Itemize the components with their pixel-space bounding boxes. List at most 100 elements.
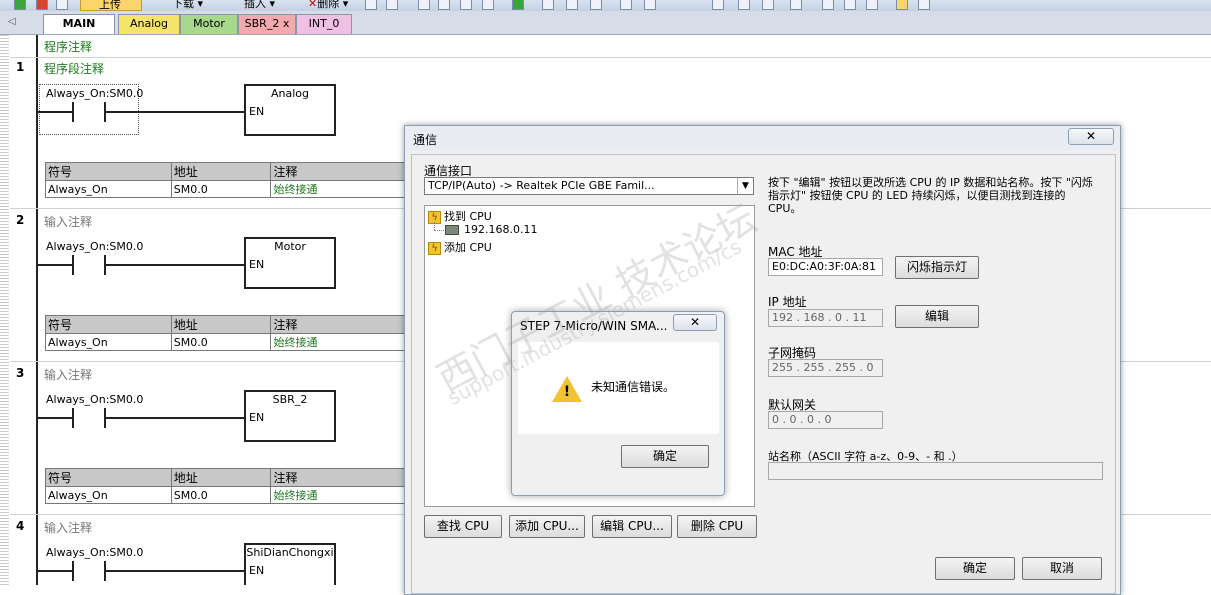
run-icon[interactable] [14,0,26,10]
symtable-header: 注释 [270,315,409,334]
toolbar-icon[interactable] [762,0,774,10]
network-comment[interactable]: 输入注释 [44,519,92,536]
cancel-button[interactable]: 取消 [1022,557,1102,580]
contact-label: Always_On:SM0.0 [46,87,144,100]
tab-label: SBR_2 [244,17,280,30]
toolbar-icon[interactable] [822,0,834,10]
editor-gutter [0,35,9,585]
delete-button[interactable]: ✕删除 ▾ [298,0,348,11]
close-icon[interactable]: ✕ [1068,128,1114,145]
symtable-cell: Always_On [45,333,172,351]
symtable-cell: 始终接通 [270,486,409,504]
error-message: 未知通信错误。 [591,380,676,394]
dialog-titlebar[interactable]: 通信 ✕ [405,126,1120,151]
tree-item-found-cpu[interactable]: ϟ 找到 CPU [428,208,492,224]
delete-cpu-button[interactable]: 删除 CPU [677,515,757,538]
tab-label: Motor [193,17,225,30]
block-name: ShiDianChongxi [246,546,334,559]
toolbar-icon[interactable] [790,0,802,10]
contact-symbol[interactable] [72,408,74,428]
toolbar-icon[interactable] [418,0,430,10]
chevron-down-icon[interactable]: ▼ [737,178,753,194]
edit-button[interactable]: 编辑 [895,305,979,328]
toolbar-icon[interactable] [590,0,602,10]
toolbar-icon[interactable] [566,0,578,10]
error-dialog-title[interactable]: STEP 7-Micro/WIN SMA... [520,319,668,333]
close-icon[interactable]: ✕ [673,314,717,331]
download-button[interactable]: 下载 ▾ [154,0,203,11]
tab-motor[interactable]: Motor [180,14,238,34]
toolbar-icon[interactable] [460,0,472,10]
delete-label: 删除 [317,0,340,10]
toolbar-icon[interactable] [844,0,856,10]
toolbar-icon[interactable] [644,0,656,10]
network-comment[interactable]: 输入注释 [44,213,92,230]
gateway-field[interactable]: 0 . 0 . 0 . 0 [768,411,883,429]
tab-sbr-2[interactable]: SBR_2 x [238,14,296,34]
lightning-icon: ϟ [428,241,441,255]
block-name: Motor [274,240,306,253]
blink-led-button[interactable]: 闪烁指示灯 [895,256,979,279]
symtable-header: 符号 [45,162,172,181]
download-label: 下载 [172,0,194,10]
toolbar-icon[interactable] [896,0,908,10]
toolbar-icon[interactable] [512,0,524,10]
toolbar-icon[interactable] [365,0,377,10]
subnet-field[interactable]: 255 . 255 . 255 . 0 [768,359,883,377]
compile-icon[interactable] [56,0,68,10]
symtable-header: 地址 [170,162,272,181]
network-comment[interactable]: 程序段注释 [44,60,104,77]
toolbar-icon[interactable] [738,0,750,10]
edit-cpu-button[interactable]: 编辑 CPU... [592,515,672,538]
toolbar-icon[interactable] [438,0,450,10]
tab-main[interactable]: MAIN [43,14,115,34]
symtable-cell: Always_On [45,486,172,504]
toolbar-icon[interactable] [918,0,930,10]
toolbar-icon[interactable] [542,0,554,10]
toolbar-icon[interactable] [866,0,878,10]
contact-symbol[interactable] [72,102,74,122]
interface-select[interactable]: TCP/IP(Auto) -> Realtek PCIe GBE Famil..… [424,177,754,195]
block-name: Analog [270,87,309,100]
add-cpu-button[interactable]: 添加 CPU... [509,515,585,538]
block-en-pin: EN [249,564,265,577]
ip-field[interactable]: 192 . 168 . 0 . 11 [768,309,883,327]
network-divider [10,57,1211,58]
station-name-field[interactable] [768,462,1103,480]
upload-button[interactable]: 上传 [80,0,142,11]
tab-analog[interactable]: Analog [118,14,180,34]
tab-close-icon[interactable]: x [283,17,290,30]
tab-label: MAIN [62,17,96,30]
tree-item-add-cpu[interactable]: ϟ 添加 CPU [428,239,492,255]
stop-icon[interactable] [36,0,48,10]
contact-symbol[interactable] [72,561,74,581]
delete-x-icon: ✕ [308,0,318,10]
toolbar-icon[interactable] [712,0,724,10]
symtable-header: 注释 [270,468,409,487]
call-block-sbr-2[interactable]: SBR_2 EN [244,390,336,442]
tab-int-0[interactable]: INT_0 [296,14,352,34]
toolbar-icon[interactable] [620,0,632,10]
symtable-header: 地址 [170,468,272,487]
network-comment[interactable]: 输入注释 [44,366,92,383]
error-ok-button[interactable]: 确定 [621,445,709,468]
find-cpu-button[interactable]: 查找 CPU [424,515,502,538]
ok-button[interactable]: 确定 [935,557,1015,580]
network-number: 4 [16,519,25,533]
tree-connector [434,222,435,230]
rung-wire [104,111,244,113]
contact-symbol[interactable] [72,255,74,275]
tab-scroll-left-icon[interactable]: ◁ [8,16,16,27]
toolbar-icon[interactable] [386,0,398,10]
block-name: SBR_2 [272,393,308,406]
call-block-analog[interactable]: Analog EN [244,84,336,136]
network-number: 1 [16,60,25,74]
insert-button[interactable]: 插入 ▾ [226,0,275,11]
call-block-motor[interactable]: Motor EN [244,237,336,289]
program-comment[interactable]: 程序注释 [44,38,92,55]
call-block-shidianchongxi[interactable]: ShiDianChongxi EN [244,543,336,585]
toolbar: 上传 下载 ▾ 插入 ▾ ✕删除 ▾ [0,0,1211,11]
toolbar-icon[interactable] [482,0,494,10]
tree-item-cpu-ip[interactable]: 192.168.0.11 [445,223,537,236]
error-dialog: STEP 7-Micro/WIN SMA... ✕ ! 未知通信错误。 确定 [511,311,725,496]
